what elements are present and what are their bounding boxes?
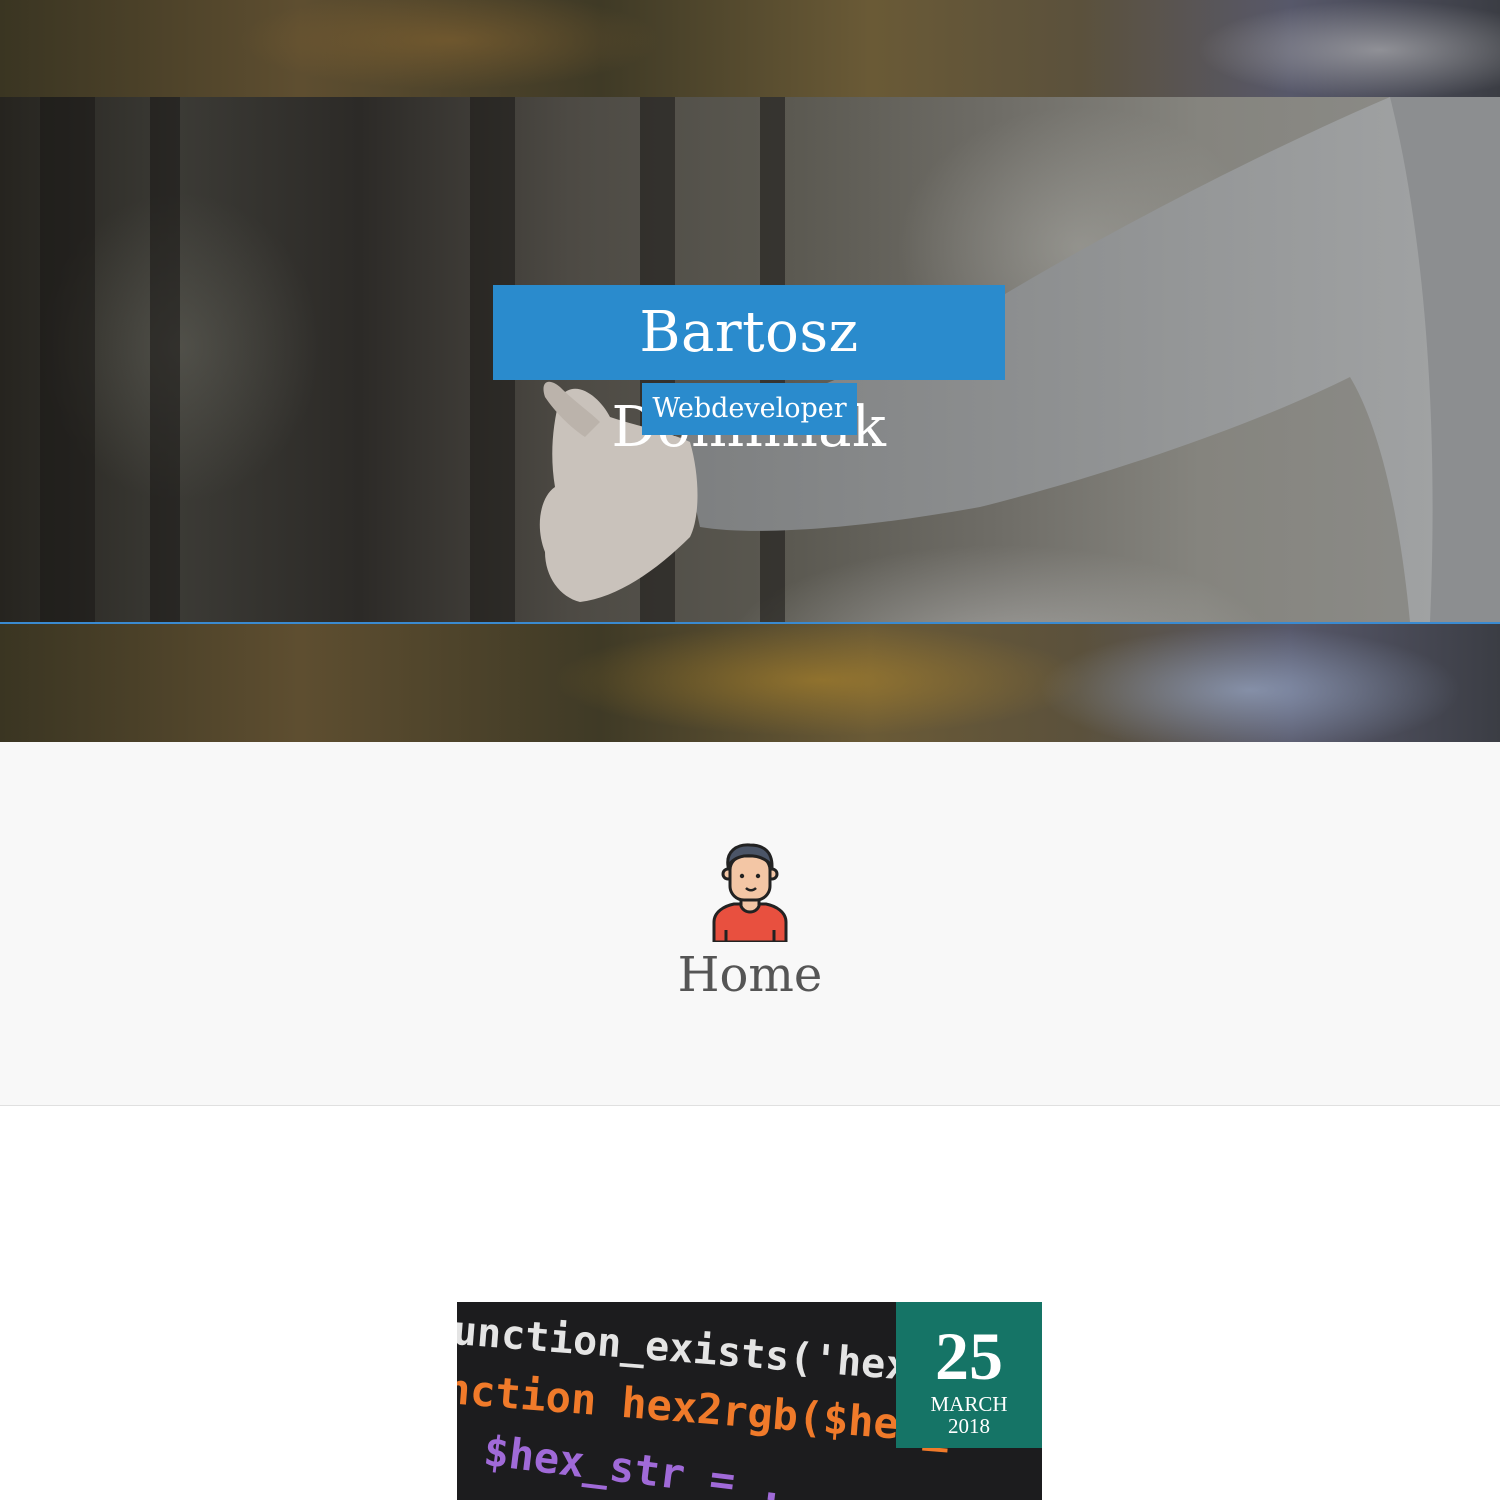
person-avatar-icon [712,843,788,942]
post-card[interactable]: unction_exists('hex2 nction hex2rgb($hex… [457,1302,1042,1500]
site-title[interactable]: Bartosz Dominiak [493,285,1005,460]
site-tagline: Webdeveloper [642,383,857,435]
post-date-day: 25 [935,1318,1003,1394]
hero-divider [0,622,1500,624]
page-title: Home [677,947,823,1003]
hero-banner: Bartosz Dominiak Webdeveloper [0,0,1500,742]
code-line: $hex_str = . [481,1426,789,1500]
post-date-month: MARCH [930,1392,1008,1416]
home-section: Home [0,742,1500,1106]
post-date-year: 2018 [948,1414,990,1438]
post-date-badge: 25 MARCH 2018 [896,1302,1042,1448]
